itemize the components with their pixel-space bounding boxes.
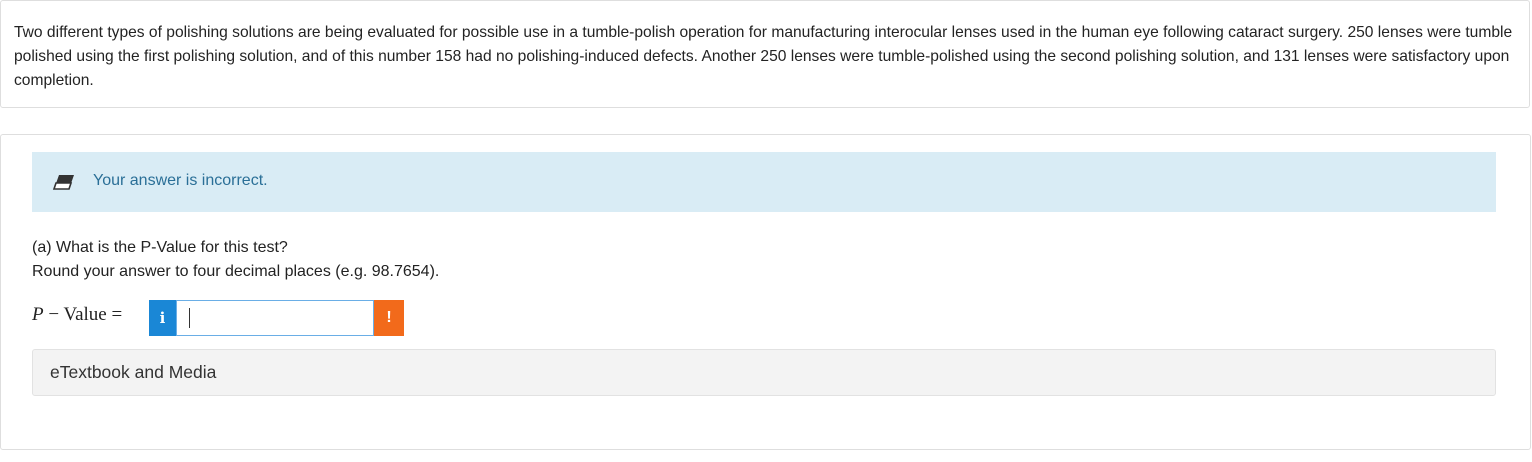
pvalue-answer-input[interactable] — [176, 300, 374, 336]
feedback-message: Your answer is incorrect. — [93, 172, 268, 189]
pvalue-label-p: P — [32, 304, 44, 325]
question-prompt: (a) What is the P-Value for this test? — [32, 239, 288, 256]
etextbook-and-media-label: eTextbook and Media — [50, 362, 217, 382]
eraser-icon — [52, 174, 76, 190]
pvalue-label: P − Value = — [32, 304, 122, 326]
info-button[interactable]: i — [149, 300, 176, 336]
problem-card: Two different types of polishing solutio… — [0, 0, 1530, 108]
text-caret — [189, 308, 190, 328]
pvalue-label-rest: − Value = — [43, 304, 123, 325]
warning-button[interactable]: ! — [374, 300, 404, 336]
etextbook-and-media-panel[interactable]: eTextbook and Media — [32, 349, 1496, 396]
question-instructions: Round your answer to four decimal places… — [32, 263, 440, 280]
problem-statement: Two different types of polishing solutio… — [14, 24, 1513, 89]
